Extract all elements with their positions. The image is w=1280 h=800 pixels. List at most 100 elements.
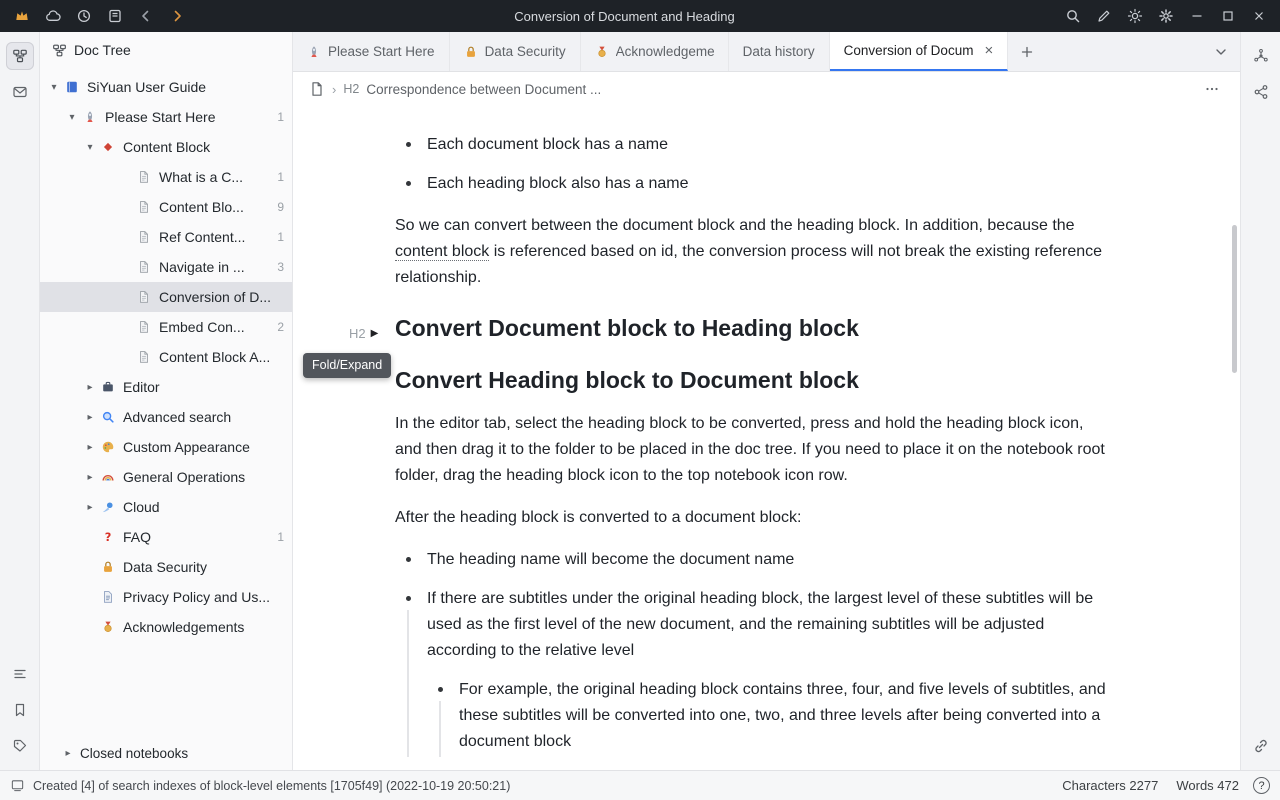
dock-backlinks-button[interactable]	[1247, 78, 1275, 106]
tree-item-custom-appearance[interactable]: ▸Custom Appearance	[40, 432, 292, 462]
chevron-down-icon[interactable]: ▾	[46, 82, 62, 93]
tree-item-label: What is a C...	[159, 169, 271, 185]
daily-note-button[interactable]	[99, 3, 130, 29]
chevron-right-icon[interactable]: ▸	[82, 382, 98, 393]
tree-item-label: Privacy Policy and Us...	[123, 589, 284, 605]
new-tab-button[interactable]	[1008, 32, 1046, 71]
search-icon	[1065, 8, 1081, 24]
breadcrumb-heading-tag: H2	[343, 82, 359, 96]
chevron-right-icon[interactable]: ▸	[82, 442, 98, 453]
dock-doc-tree-button[interactable]	[6, 42, 34, 70]
closed-notebooks[interactable]: ▸ Closed notebooks	[40, 736, 292, 770]
edit-button[interactable]	[1088, 3, 1119, 29]
tree-item-cloud[interactable]: ▸ Cloud	[40, 492, 292, 522]
tree-item-data-security[interactable]: Data Security	[40, 552, 292, 582]
fold-triangle-icon[interactable]: ▶	[371, 319, 379, 349]
chevron-right-icon[interactable]: ▸	[82, 502, 98, 513]
bullet-icon	[406, 142, 411, 147]
tree-item-content-block-a[interactable]: Content Block A...	[40, 342, 292, 372]
chevron-down-icon[interactable]: ▾	[64, 112, 80, 123]
tab-bar: Please Start HereData SecurityAcknowledg…	[293, 32, 1240, 72]
minimize-button[interactable]	[1181, 3, 1212, 29]
tree-item-editor[interactable]: ▸ Editor	[40, 372, 292, 402]
more-icon[interactable]	[1200, 77, 1224, 101]
heading-gutter[interactable]: H2 ▶	[349, 319, 378, 349]
close-tab-icon[interactable]: ×	[984, 43, 993, 58]
closed-notebooks-label: Closed notebooks	[80, 746, 188, 761]
tree-item-content-block[interactable]: ▾Content Block	[40, 132, 292, 162]
close-button[interactable]	[1243, 3, 1274, 29]
tree-item-acknowledgements[interactable]: Acknowledgements	[40, 612, 292, 642]
heading-convert-document-to-heading[interactable]: H2 ▶ Convert Document block to Heading b…	[395, 313, 1112, 343]
list-item[interactable]: The heading name will become the documen…	[395, 547, 1112, 573]
settings-button[interactable]	[1150, 3, 1181, 29]
dock-graph-button[interactable]	[1247, 42, 1275, 70]
tab-data-history[interactable]: Data history	[729, 32, 830, 71]
heading-convert-heading-to-document[interactable]: Convert Heading block to Document block	[395, 365, 1112, 395]
tree-item-faq[interactable]: ?FAQ1	[40, 522, 292, 552]
titlebar: Conversion of Document and Heading	[0, 0, 1280, 32]
tree-item-count: 3	[277, 260, 284, 274]
help-icon[interactable]: ?	[1253, 777, 1270, 794]
tab-conversion-of-docum[interactable]: Conversion of Docum×	[830, 32, 1009, 71]
tree-item-label: FAQ	[123, 529, 271, 545]
tree-item-content-blo[interactable]: Content Blo...9	[40, 192, 292, 222]
paragraph-text: So we can convert between the document b…	[395, 217, 1075, 234]
document-icon[interactable]	[309, 81, 325, 97]
message-icon[interactable]	[10, 778, 25, 793]
tab-acknowledgements[interactable]: Acknowledgements	[581, 32, 729, 71]
block-ref[interactable]: content block	[395, 243, 489, 261]
list-item[interactable]: For example, the original heading block …	[427, 677, 1112, 755]
paragraph-editor-tab[interactable]: In the editor tab, select the heading bl…	[395, 411, 1112, 489]
tab-please-start-here[interactable]: Please Start Here	[293, 32, 450, 71]
tree-item-embed-con[interactable]: Embed Con...2	[40, 312, 292, 342]
paragraph-after-conversion[interactable]: After the heading block is converted to …	[395, 505, 1112, 531]
chevron-down-icon[interactable]: ▾	[82, 142, 98, 153]
tree-item-ref-content[interactable]: Ref Content...1	[40, 222, 292, 252]
tree-item-navigate-in[interactable]: Navigate in ...3	[40, 252, 292, 282]
left-dock-bottom	[6, 656, 34, 764]
tree-item-what-is-a-c[interactable]: What is a C...1	[40, 162, 292, 192]
tree-item-label: Cloud	[123, 499, 284, 515]
left-dock	[0, 32, 40, 770]
lock-icon	[98, 560, 118, 574]
dock-bookmark-button[interactable]	[6, 696, 34, 724]
tree-item-advanced-search[interactable]: ▸Advanced search	[40, 402, 292, 432]
search-button[interactable]	[1057, 3, 1088, 29]
theme-button[interactable]	[1119, 3, 1150, 29]
tree-item-general-operations[interactable]: ▸General Operations	[40, 462, 292, 492]
logo-button[interactable]	[6, 3, 37, 29]
titlebar-right-icons	[1051, 3, 1280, 29]
chevron-right-icon[interactable]: ▸	[82, 412, 98, 423]
tree-item-label: Ref Content...	[159, 229, 271, 245]
lock-icon	[464, 45, 478, 59]
history-button[interactable]	[68, 3, 99, 29]
paragraph-conversion-intro[interactable]: So we can convert between the document b…	[395, 213, 1112, 291]
dock-tag-button[interactable]	[6, 732, 34, 760]
dock-inbox-button[interactable]	[6, 78, 34, 106]
go-back-button[interactable]	[130, 3, 161, 29]
list-item[interactable]: Each document block has a name	[395, 132, 1112, 158]
scrollbar[interactable]	[1232, 225, 1237, 373]
dock-link-button[interactable]	[1247, 732, 1275, 760]
dock-outline-button[interactable]	[6, 660, 34, 688]
tree-item-siyuan-user-guide[interactable]: ▾SiYuan User Guide	[40, 72, 292, 102]
go-forward-button[interactable]	[161, 3, 192, 29]
outline-icon	[12, 666, 28, 682]
chevron-right-icon: ›	[332, 82, 336, 97]
tree-item-label: Content Block A...	[159, 349, 284, 365]
breadcrumb: › H2 Correspondence between Document ...	[293, 72, 1240, 106]
list-item[interactable]: If there are subtitles under the origina…	[395, 586, 1112, 755]
tree-item-please-start-here[interactable]: ▾Please Start Here1	[40, 102, 292, 132]
tab-data-security[interactable]: Data Security	[450, 32, 581, 71]
tree-item-conversion-of-d[interactable]: Conversion of D...	[40, 282, 292, 312]
breadcrumb-heading[interactable]: Correspondence between Document ...	[366, 82, 601, 97]
inbox-icon	[12, 84, 28, 100]
maximize-button[interactable]	[1212, 3, 1243, 29]
tab-list-button[interactable]	[1202, 32, 1240, 71]
sync-button[interactable]	[37, 3, 68, 29]
tree-item-privacy-policy-and-us[interactable]: Privacy Policy and Us...	[40, 582, 292, 612]
list-item[interactable]: Each heading block also has a name	[395, 171, 1112, 197]
tree-item-label: Editor	[123, 379, 284, 395]
chevron-right-icon[interactable]: ▸	[82, 472, 98, 483]
